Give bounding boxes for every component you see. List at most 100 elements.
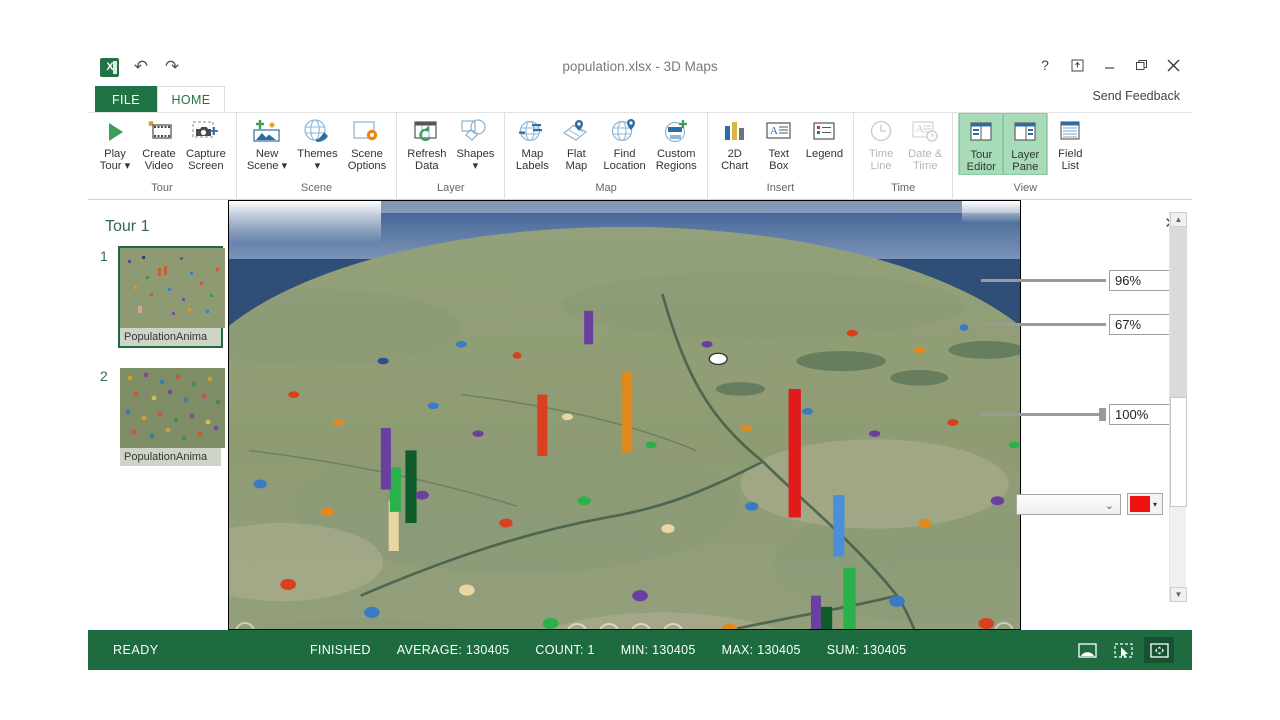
chevron-down-icon: ▾ <box>1153 499 1158 509</box>
group-label-time: Time <box>891 182 916 194</box>
zoom-out-button[interactable]: − <box>597 623 620 629</box>
height-value-input[interactable]: 96% <box>1109 269 1171 291</box>
themes-button[interactable]: Themes ▾ <box>292 113 342 173</box>
clock-icon <box>867 116 895 146</box>
refresh-data-button[interactable]: Refresh Data <box>402 113 451 173</box>
bar-chart-icon <box>721 116 749 146</box>
layer-color-button[interactable]: ▾ <box>1127 493 1163 515</box>
tour-title: Tour 1 <box>105 218 150 235</box>
refresh-data-label: Refresh Data <box>407 148 447 172</box>
custom-regions-icon <box>661 116 691 146</box>
title-bar: X ↶ ↷ population.xlsx - 3D Maps ? Send F… <box>88 50 1192 103</box>
text-box-icon: A <box>764 116 794 146</box>
find-location-button[interactable]: Find Location <box>598 113 650 173</box>
group-label-tour: Tour <box>151 182 173 194</box>
themes-label: Themes ▾ <box>297 148 338 172</box>
ribbon-group-map: Map Labels Flat Map Find Location Custom… <box>504 113 706 200</box>
pane-occlusion-right <box>962 201 1020 223</box>
play-tour-label: Play Tour ▾ <box>99 148 131 172</box>
minimize-icon[interactable] <box>1100 56 1118 74</box>
2d-chart-label: 2D Chart <box>721 148 749 172</box>
scene-thumbnail <box>120 368 225 448</box>
text-box-button[interactable]: A Text Box <box>757 113 801 173</box>
layer-pane-icon <box>1011 117 1039 147</box>
layer-pane-controls: 96% 67% 100% ⌄ ▾ <box>981 258 1171 515</box>
thickness-value-input[interactable]: 67% <box>1109 313 1171 335</box>
color-swatch <box>1130 496 1150 512</box>
field-list-label: Field List <box>1058 148 1083 172</box>
field-list-icon <box>1056 116 1084 146</box>
date-time-button: A Date & Time <box>903 113 947 173</box>
opacity-slider[interactable] <box>981 407 1106 421</box>
camera-icon <box>190 116 222 146</box>
scrollbar-track-lower[interactable] <box>1170 397 1187 507</box>
zoom-in-button[interactable]: + <box>565 623 588 629</box>
legend-button[interactable]: Legend <box>801 113 848 161</box>
opacity-slider-thumb[interactable] <box>1099 407 1106 421</box>
create-video-button[interactable]: Create Video <box>137 113 181 173</box>
new-scene-button[interactable]: New Scene ▾ <box>242 113 292 173</box>
map-labels-label: Map Labels <box>515 148 549 172</box>
custom-regions-button[interactable]: Custom Regions <box>651 113 702 173</box>
layer-pane-label: Layer Pane <box>1011 149 1040 173</box>
svg-text:A: A <box>916 124 924 135</box>
tour-scene-2[interactable]: 2 PopulationAnima <box>100 366 225 468</box>
scene-options-button[interactable]: Scene Options <box>343 113 392 173</box>
layer-pane-scrollbar[interactable]: ▲ ▼ <box>1169 212 1187 602</box>
scene-options-icon <box>352 116 382 146</box>
shapes-button[interactable]: Shapes ▾ <box>451 113 499 173</box>
tour-scene-1[interactable]: 1 PopulationAnima <box>100 246 225 348</box>
field-list-button[interactable]: Field List <box>1048 113 1092 173</box>
play-tour-button[interactable]: Play Tour ▾ <box>93 113 137 173</box>
scroll-up-button[interactable]: ▲ <box>1170 212 1187 227</box>
help-icon[interactable]: ? <box>1036 56 1054 74</box>
opacity-value-input[interactable]: 100% <box>1109 403 1171 425</box>
thickness-slider[interactable] <box>981 322 1106 326</box>
legend-icon <box>810 116 838 146</box>
color-scheme-dropdown[interactable]: ⌄ <box>1016 493 1121 515</box>
ribbon-group-view: Tour Editor Layer Pane Field List View <box>952 113 1097 200</box>
map-labels-button[interactable]: Map Labels <box>510 113 554 173</box>
tab-home[interactable]: HOME <box>157 86 225 113</box>
date-time-label: Date & Time <box>908 148 943 172</box>
scene-view-button[interactable] <box>1072 637 1102 663</box>
layer-pane-button[interactable]: Layer Pane <box>1003 113 1048 175</box>
time-line-button: Time Line <box>859 113 903 173</box>
group-label-insert: Insert <box>766 182 795 194</box>
refresh-icon <box>412 116 442 146</box>
chevron-down-icon: ⌄ <box>1104 499 1114 512</box>
capture-screen-button[interactable]: Capture Screen <box>181 113 231 173</box>
flat-map-button[interactable]: Flat Map <box>554 113 598 173</box>
scroll-down-button[interactable]: ▼ <box>1170 587 1187 602</box>
tour-editor-button[interactable]: Tour Editor <box>959 113 1004 175</box>
status-count: COUNT: 1 <box>535 643 595 657</box>
close-icon[interactable] <box>1164 56 1182 74</box>
status-finished: FINISHED <box>310 643 371 657</box>
3d-map-viewport[interactable]: ← → + − ↑ ↓ <box>228 200 1021 630</box>
create-video-label: Create Video <box>142 148 176 172</box>
2d-chart-button[interactable]: 2D Chart <box>713 113 757 173</box>
restore-icon[interactable] <box>1132 56 1150 74</box>
fit-to-screen-button[interactable] <box>1144 637 1174 663</box>
flat-map-icon <box>561 116 591 146</box>
select-view-button[interactable] <box>1108 637 1138 663</box>
scene-caption: PopulationAnima <box>120 328 221 346</box>
tilt-up-button[interactable]: ↑ <box>629 623 652 629</box>
tilt-down-button[interactable]: ↓ <box>661 623 684 629</box>
capture-screen-label: Capture Screen <box>186 148 226 172</box>
scrollbar-thumb[interactable] <box>1170 227 1187 397</box>
ribbon-group-tour: Play Tour ▾ Create Video Capture Screen … <box>88 113 236 200</box>
ribbon-group-layer: Refresh Data Shapes ▾ Layer <box>396 113 504 200</box>
ribbon-display-options-icon[interactable] <box>1068 56 1086 74</box>
flat-map-label: Flat Map <box>565 148 588 172</box>
scene-number: 2 <box>100 368 108 384</box>
map-navigation-controls[interactable]: + − ↑ ↓ <box>565 623 684 629</box>
tab-file[interactable]: FILE <box>95 86 157 113</box>
status-bar: READY FINISHED AVERAGE: 130405 COUNT: 1 … <box>88 630 1192 670</box>
color-controls-row: ⌄ ▾ <box>1016 493 1163 515</box>
new-scene-label: New Scene ▾ <box>246 148 288 172</box>
shapes-label: Shapes ▾ <box>456 148 495 172</box>
height-slider[interactable] <box>981 278 1106 282</box>
window-controls: ? <box>1036 56 1182 74</box>
tour-editor-icon <box>967 117 995 147</box>
